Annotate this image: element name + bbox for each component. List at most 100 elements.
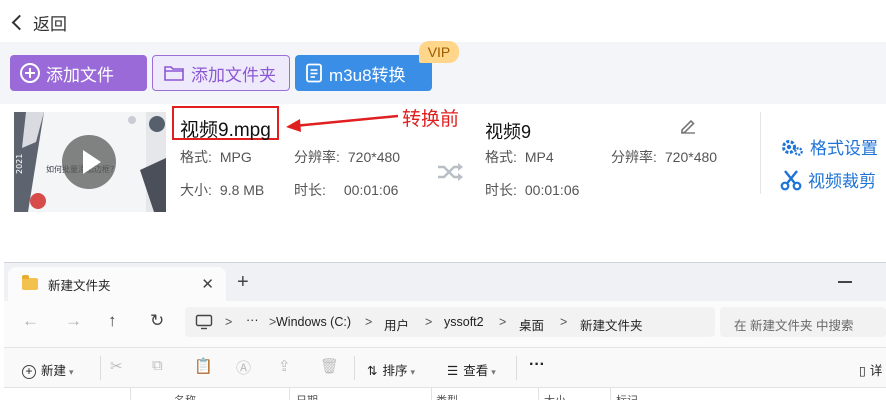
breadcrumb-item[interactable]: yssoft2	[444, 315, 484, 329]
source-duration-label: 时长:	[294, 182, 326, 198]
source-size: 大小: 9.8 MB	[180, 180, 264, 200]
thumbnail-year: 2021	[15, 154, 24, 174]
edit-pencil-icon[interactable]	[679, 118, 697, 134]
rename-icon[interactable]: Ⓐ	[236, 357, 251, 378]
breadcrumb-item[interactable]: 新建文件夹	[580, 315, 643, 334]
add-folder-label: 添加文件夹	[191, 65, 276, 85]
output-duration-value: 00:01:06	[524, 182, 580, 198]
source-format-label: 格式:	[180, 149, 212, 165]
breadcrumb-item[interactable]: 用户	[384, 315, 409, 334]
forward-arrow-icon[interactable]: →	[65, 311, 82, 331]
cut-icon[interactable]: ✂	[110, 357, 123, 375]
source-size-label: 大小:	[180, 182, 212, 198]
address-more-button[interactable]: ···	[246, 313, 259, 327]
scissors-icon	[780, 169, 802, 190]
details-pane-icon: ▯	[859, 364, 866, 378]
address-bar[interactable]: > ··· > Windows (C:) > 用户 > yssoft2 > 桌面…	[185, 307, 715, 337]
converter-app: 返回 添加文件 添加文件夹 m3u8转换 VIP 2021 视频9.mpg 格式…	[0, 0, 886, 262]
more-options-button[interactable]: ···	[529, 356, 545, 374]
add-folder-button[interactable]: 添加文件夹	[152, 55, 290, 91]
refresh-icon[interactable]: ↻	[150, 311, 164, 331]
view-label: 查看	[463, 364, 489, 378]
source-resolution-label: 分辨率:	[294, 149, 340, 165]
source-format-value: MPG	[219, 149, 252, 165]
plus-circle-icon	[20, 63, 40, 83]
sort-button[interactable]: ⇅ 排序 ▾	[367, 360, 415, 379]
divider	[354, 356, 355, 380]
annotation-arrow-icon	[286, 114, 399, 132]
column-header-type[interactable]: 类型	[436, 392, 458, 400]
format-settings-label: 格式设置	[810, 139, 878, 158]
command-bar: + 新建 ▾ ✂ ⧉ 📋 Ⓐ ⇪ 🗑 ⇅ 排序 ▾ ☰ 查看 ▾ ··· ▯ 详	[4, 347, 886, 387]
minimize-icon[interactable]	[838, 281, 852, 283]
column-header-date[interactable]: 日期	[296, 392, 318, 400]
source-duration: 时长: 00:01:06	[294, 180, 398, 200]
folder-icon	[164, 66, 184, 81]
divider	[100, 356, 101, 380]
output-format: 格式: MP4	[485, 147, 554, 167]
source-filename: 视频9.mpg	[180, 120, 271, 141]
column-header-name[interactable]: 名称	[174, 392, 196, 400]
breadcrumb-separator: >	[499, 315, 507, 329]
explorer-tab[interactable]: 新建文件夹 ✕	[8, 267, 226, 301]
close-icon[interactable]: ✕	[201, 275, 214, 293]
paste-icon[interactable]: 📋	[194, 357, 213, 375]
output-resolution-value: 720*480	[664, 149, 718, 165]
breadcrumb-item[interactable]: Windows (C:)	[276, 315, 351, 329]
video-thumbnail[interactable]: 2021 如何批量添加边框？	[14, 112, 166, 212]
back-button[interactable]: 返回	[10, 10, 67, 35]
play-icon[interactable]	[62, 135, 116, 189]
new-tab-button[interactable]: +	[237, 271, 249, 294]
navigation-bar: ← → ↑ ↻ > ··· > Windows (C:) > 用户 > ysso…	[4, 301, 886, 347]
column-header-tags[interactable]: 标记	[616, 392, 638, 400]
source-resolution-value: 720*480	[347, 149, 401, 165]
sort-icon: ⇅	[367, 364, 378, 378]
details-button[interactable]: ▯ 详	[859, 360, 882, 379]
view-button[interactable]: ☰ 查看 ▾	[447, 360, 496, 379]
source-size-value: 9.8 MB	[219, 182, 265, 198]
output-resolution-label: 分辨率:	[611, 149, 657, 165]
add-file-button[interactable]: 添加文件	[10, 55, 147, 91]
source-duration-value: 00:01:06	[343, 182, 399, 198]
up-arrow-icon[interactable]: ↑	[108, 311, 117, 331]
file-explorer-window: 新建文件夹 ✕ + ← → ↑ ↻ > ··· > Windows (C:) >…	[4, 262, 886, 400]
chevron-left-icon	[11, 14, 28, 31]
breadcrumb-item[interactable]: 桌面	[519, 315, 544, 334]
video-crop-button[interactable]: 视频裁剪	[780, 167, 876, 192]
breadcrumb-separator: >	[365, 315, 373, 329]
view-icon: ☰	[447, 364, 459, 378]
divider	[760, 112, 761, 194]
breadcrumb-separator: >	[560, 315, 568, 329]
column-header-size[interactable]: 大小	[544, 392, 566, 400]
search-input[interactable]: 在 新建文件夹 中搜索	[720, 307, 886, 337]
chevron-down-icon: ▾	[410, 367, 416, 377]
format-settings-button[interactable]: 格式设置	[780, 134, 878, 159]
column-headers: 名称 日期 类型 大小 标记	[4, 387, 886, 400]
document-icon	[306, 63, 322, 83]
column-divider	[538, 388, 539, 400]
share-icon[interactable]: ⇪	[278, 357, 291, 375]
m3u8-convert-button[interactable]: m3u8转换	[295, 55, 432, 91]
delete-icon[interactable]: 🗑	[320, 357, 339, 375]
new-label: 新建	[41, 364, 67, 378]
tab-title: 新建文件夹	[48, 278, 111, 293]
output-format-label: 格式:	[485, 149, 517, 165]
video-crop-label: 视频裁剪	[808, 172, 876, 191]
folder-icon	[22, 275, 38, 290]
annotation-label: 转换前	[402, 109, 460, 130]
chevron-down-icon: ▾	[69, 367, 74, 377]
output-duration-label: 时长:	[485, 182, 517, 198]
copy-icon[interactable]: ⧉	[152, 357, 163, 374]
back-label: 返回	[33, 15, 67, 34]
shuffle-icon	[438, 163, 463, 181]
output-filename: 视频9	[485, 122, 532, 142]
column-divider	[610, 388, 611, 400]
monitor-icon	[195, 314, 213, 330]
divider	[516, 356, 517, 380]
vip-badge: VIP	[419, 41, 459, 63]
back-arrow-icon[interactable]: ←	[22, 311, 39, 331]
breadcrumb-separator: >	[225, 315, 233, 329]
column-divider	[289, 388, 290, 400]
column-divider	[130, 388, 131, 400]
new-button[interactable]: + 新建 ▾	[22, 360, 74, 379]
